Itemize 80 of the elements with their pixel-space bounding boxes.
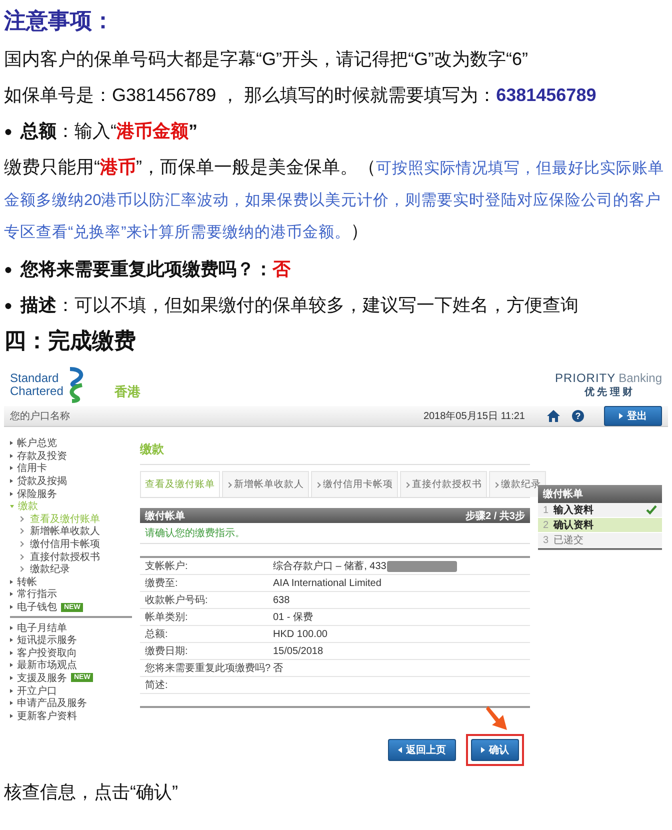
- nav-item[interactable]: 信用卡: [17, 461, 47, 476]
- bullet-marker: ●: [4, 260, 12, 279]
- nav-item[interactable]: 电子月结单: [17, 620, 67, 635]
- field-label: 帐单类别:: [145, 610, 189, 624]
- bullet-marker: ●: [4, 296, 12, 315]
- nav-item[interactable]: 客户投资取向: [17, 646, 77, 660]
- field-value: 否: [273, 662, 283, 675]
- nav-item[interactable]: 短讯提示服务: [17, 633, 77, 648]
- chevron-icon: [18, 528, 24, 534]
- logout-button[interactable]: 登出: [604, 406, 662, 426]
- field-label: 缴费至:: [145, 576, 179, 590]
- paragraph: 如保单号是：G381456789 ， 那么填写的时候就需要填写为：6381456789: [4, 84, 598, 107]
- field-label: 总额:: [145, 628, 169, 641]
- field-label: 您将来需要重复此项缴费吗?: [145, 662, 272, 675]
- step-number: 1: [543, 504, 549, 516]
- home-icon[interactable]: [547, 410, 560, 422]
- nav-item[interactable]: 开立户口: [17, 684, 57, 698]
- bullet-marker: ●: [4, 122, 12, 141]
- section-heading: 四：完成缴费: [4, 327, 137, 355]
- caption: 核查信息，点击“确认”: [4, 781, 179, 804]
- nav-item[interactable]: 电子钱包: [17, 600, 57, 614]
- field-value: 综合存款户口 – 储蓄, 433: [273, 560, 386, 573]
- field-value: AIA International Limited: [273, 578, 382, 588]
- field-value: HKD 100.00: [273, 628, 328, 640]
- nav-item[interactable]: 帐户总览: [17, 436, 57, 450]
- step-label: 确认资料: [554, 518, 594, 532]
- field-label: 支帐帐户:: [145, 560, 189, 573]
- field-value: 01 - 保费: [273, 610, 314, 624]
- field-label: 收款帐户号码:: [145, 594, 209, 607]
- nav-item[interactable]: 存款及投资: [17, 448, 67, 463]
- tab[interactable]: 新增帐单收款人: [222, 471, 309, 497]
- paragraph: 国内客户的保单号码大都是字幕“G”开头，请记得把“G”改为数字“6”: [4, 48, 529, 71]
- back-button[interactable]: 返回上页: [388, 739, 456, 761]
- nav-subitem[interactable]: 缴付信用卡帐项: [30, 537, 100, 552]
- nav-item[interactable]: 更新客户资料: [17, 708, 77, 723]
- step-number: 2: [543, 520, 549, 530]
- nav-item[interactable]: 转帐: [17, 574, 37, 589]
- paragraph: 总额：输入“港币金额”: [20, 120, 198, 143]
- section-heading: 注意事项：: [4, 7, 115, 35]
- pointer-arrow-icon: [486, 704, 510, 732]
- nav-item[interactable]: 最新市场观点: [17, 658, 77, 672]
- tier-name: PRIORITY: [554, 371, 616, 385]
- account-name: 您的户口名称: [10, 410, 70, 423]
- redaction-block: [387, 560, 458, 572]
- paragraph: 描述：可以不填，但如果缴付的保单较多，建议写一下姓名，方便查询: [20, 294, 578, 317]
- nav-subitem[interactable]: 直接付款授权书: [30, 550, 100, 564]
- step-number: 3: [543, 534, 549, 546]
- chevron-icon: [18, 554, 24, 560]
- region-label: 香港: [114, 383, 140, 401]
- help-button[interactable]: ?: [572, 410, 584, 422]
- confirm-button[interactable]: 确认: [466, 734, 524, 766]
- field-label: 缴费日期:: [145, 644, 189, 658]
- step-indicator: 步骤2 / 共3步: [466, 510, 525, 522]
- notice-text: 请确认您的缴费指示。: [140, 523, 530, 544]
- step-label: 输入资料: [554, 504, 594, 517]
- paragraph: 您将来需要重复此项缴费吗？：否: [20, 258, 290, 281]
- field-value: 638: [273, 594, 290, 606]
- nav-subitem[interactable]: 缴款纪录: [30, 562, 70, 576]
- nav-item[interactable]: 保险服务: [17, 486, 57, 501]
- step-label: 已递交: [554, 534, 584, 547]
- panel-title: 缴付帐单: [145, 510, 185, 522]
- chevron-icon: [18, 541, 24, 547]
- tier-chinese-name: 优 先 理 财: [584, 386, 633, 399]
- chevron-icon: [18, 516, 24, 522]
- brand-name: Chartered: [10, 385, 64, 398]
- nav-item[interactable]: 支援及服务: [17, 670, 67, 685]
- field-label: 简述:: [145, 678, 169, 692]
- steps-header: 缴付帐单: [538, 485, 662, 503]
- nav-item[interactable]: 常行指示: [17, 587, 57, 602]
- tab[interactable]: 直接付款授权书: [400, 471, 487, 497]
- brand-name: Standard: [10, 372, 60, 385]
- nav-item[interactable]: 申请产品及服务: [17, 696, 87, 710]
- paragraph: 缴费只能用“港币”，而保单一般是美金保单。（可按照实际情况填写，但最好比实际账单金额多缴纳20港币以防汇率波动，如果保费以美元计价，则需要实时登陆对应保险公司的客户专区查看“兑换率”来计算所需要缴纳的港币金额。）: [4, 156, 665, 243]
- date-time: 2018年05月15日 11:21: [423, 410, 525, 423]
- field-value: 15/05/2018: [273, 646, 324, 656]
- nav-subitem[interactable]: 新增帐单收款人: [30, 524, 100, 538]
- tab[interactable]: 缴付信用卡帐项: [311, 471, 398, 497]
- page-title: 缴款: [140, 437, 530, 465]
- tier-suffix: Banking: [618, 371, 662, 385]
- nav-item[interactable]: 贷款及按揭: [17, 474, 67, 488]
